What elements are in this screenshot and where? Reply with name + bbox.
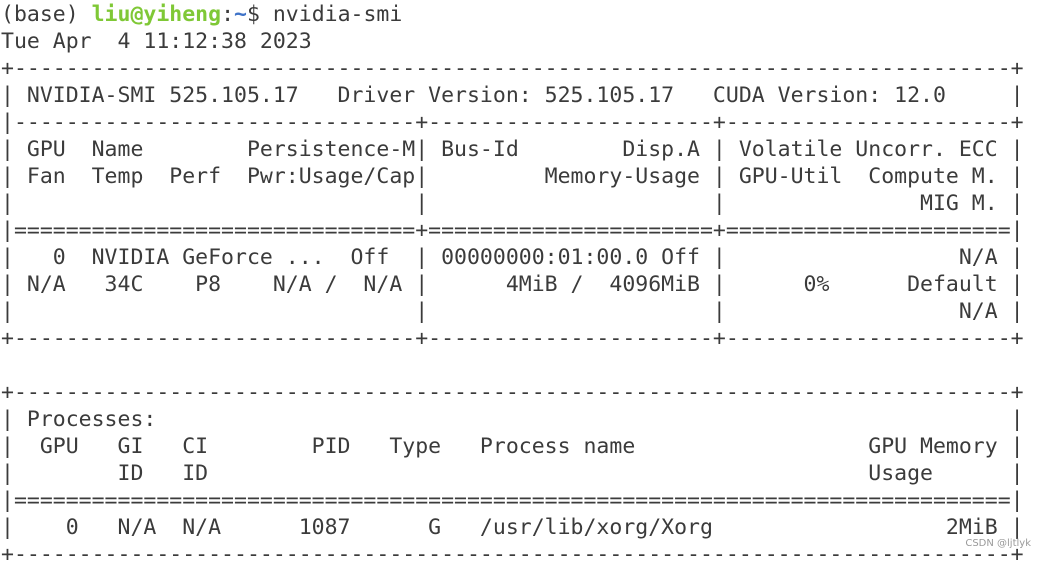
- table-divider-double: |===============================+=======…: [1, 218, 1024, 243]
- processes-header-row: | GPU GI CI PID Type Process name GPU Me…: [1, 434, 1024, 459]
- terminal-window[interactable]: (base) liu@yiheng:~$ nvidia-smi Tue Apr …: [0, 0, 1045, 564]
- table-border-bottom: +-------------------------------+-------…: [1, 326, 1024, 351]
- processes-divider-double: |=======================================…: [1, 488, 1024, 513]
- watermark: CSDN @ljtlyk: [965, 538, 1031, 549]
- gpu-data-row: | N/A 34C P8 N/A / N/A | 4MiB / 4096MiB …: [1, 272, 1024, 297]
- gpu-header-row: | | | MIG M. |: [1, 191, 1024, 216]
- processes-title: | Processes: |: [1, 407, 1024, 432]
- processes-border-bottom: +---------------------------------------…: [1, 542, 1024, 564]
- command-text: nvidia-smi: [272, 2, 403, 27]
- conda-env: (base): [1, 2, 92, 27]
- table-divider: |-------------------------------+-------…: [1, 110, 1024, 135]
- prompt-line: (base) liu@yiheng:~$ nvidia-smi: [0, 1, 1045, 28]
- prompt-separator: :: [221, 2, 235, 27]
- processes-header-row: | ID ID Usage |: [1, 461, 1024, 486]
- processes-border-top: +---------------------------------------…: [1, 380, 1024, 405]
- prompt-symbol: $: [246, 2, 273, 27]
- gpu-data-row: | | | N/A |: [1, 299, 1024, 324]
- output-date: Tue Apr 4 11:12:38 2023: [1, 29, 312, 54]
- table-border-top: +---------------------------------------…: [1, 56, 1024, 81]
- user-host: liu@yiheng: [91, 2, 222, 27]
- gpu-header-row: | GPU Name Persistence-M| Bus-Id Disp.A …: [1, 137, 1024, 162]
- smi-header-row: | NVIDIA-SMI 525.105.17 Driver Version: …: [1, 83, 1024, 108]
- current-directory: ~: [234, 2, 247, 27]
- gpu-data-row: | 0 NVIDIA GeForce ... Off | 00000000:01…: [1, 245, 1024, 270]
- gpu-header-row: | Fan Temp Perf Pwr:Usage/Cap| Memory-Us…: [1, 164, 1024, 189]
- process-row: | 0 N/A N/A 1087 G /usr/lib/xorg/Xorg 2M…: [1, 515, 1024, 540]
